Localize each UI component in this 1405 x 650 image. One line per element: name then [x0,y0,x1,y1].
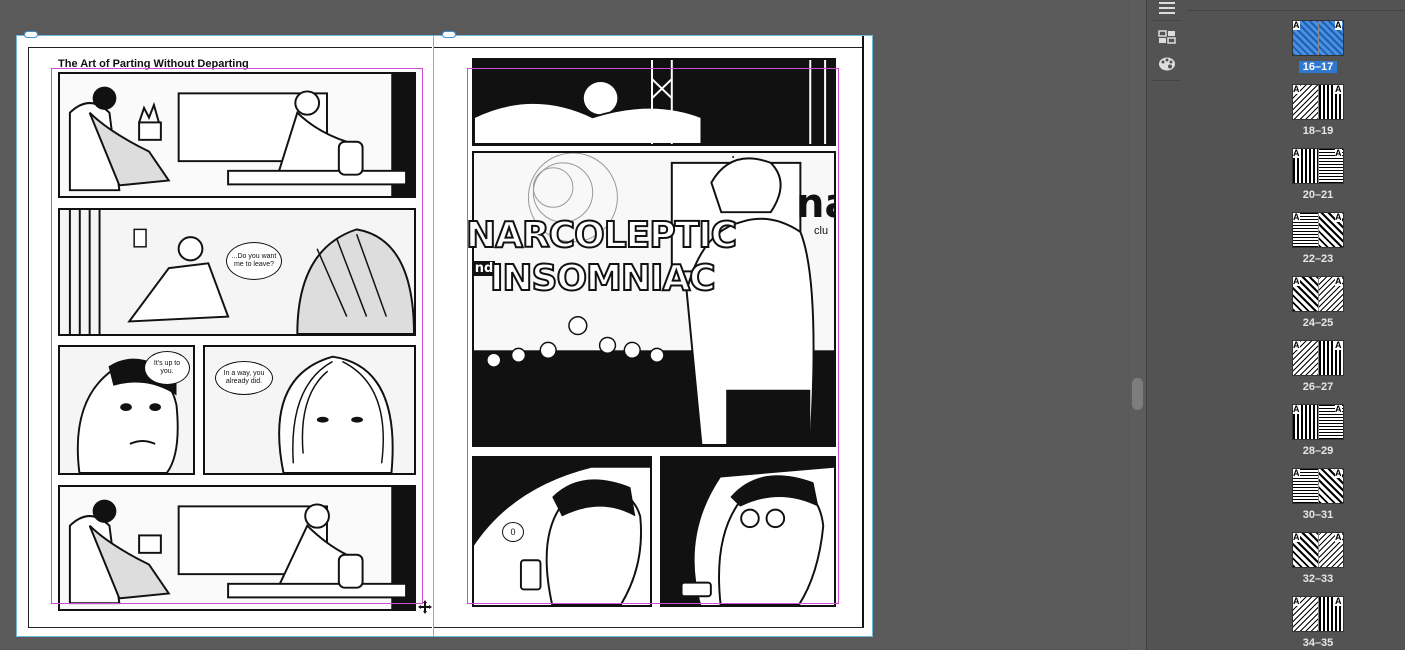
page-link-icon[interactable] [24,31,38,38]
page-range-text: 28–29 [1302,445,1334,457]
page-thumbnail-label[interactable]: 24–25 [1292,317,1344,329]
thumbnail-spine [1318,149,1319,183]
thumbnail-spine [1318,469,1319,503]
speech-bubble: In a way, you already did. [215,361,273,395]
master-page-indicator: A [1335,212,1342,222]
master-page-indicator: A [1335,532,1342,542]
master-page-indicator: A [1335,84,1342,94]
page-edge-shadow [862,36,864,627]
master-page-indicator: A [1293,532,1300,542]
pages-grid-icon[interactable] [1158,28,1176,46]
page-thumbnail-label[interactable]: 34–35 [1292,637,1344,649]
page-thumbnail-label[interactable]: 30–31 [1292,509,1344,521]
comic-panel-3[interactable]: It's up to you. [58,345,195,475]
scrollbar-thumb[interactable] [1132,378,1143,410]
page-thumbnail[interactable]: AA [1292,468,1344,504]
master-page-indicator: A [1293,212,1300,222]
master-page-indicator: A [1335,276,1342,286]
panel-toolstrip [1146,0,1188,650]
master-page-indicator: A [1335,468,1342,478]
thumbnail-spine [1318,341,1319,375]
page-thumbnail[interactable]: AA [1292,212,1344,248]
thumbnail-spine [1318,533,1319,567]
page-range-text: 30–31 [1302,509,1334,521]
page-range-text: 16–17 [1298,61,1338,73]
master-page-indicator: A [1335,20,1342,30]
speech-bubble: 0 [502,522,524,542]
spread-spine [433,36,434,636]
master-page-indicator: A [1293,468,1300,478]
move-cursor-icon [418,600,432,614]
page-thumbnail[interactable]: AA [1292,84,1344,120]
page-range-text: 34–35 [1302,637,1334,649]
thumbnail-spine [1318,85,1319,119]
page-range-text: 26–27 [1302,381,1334,393]
page-range-text: 24–25 [1302,317,1334,329]
pages-panel-divider [1187,10,1405,11]
logo-title-narcoleptic: NARCOLEPTIC [465,214,738,257]
logo-title-insomniac: INSOMNIAC [489,257,717,300]
storefront-sign-sub: clu [814,225,829,237]
master-page-indicator: A [1293,596,1300,606]
page-thumbnail-label[interactable]: 16–17 [1292,61,1344,73]
page-thumbnail-label[interactable]: 22–23 [1292,253,1344,265]
comic-panel-9[interactable] [660,456,836,607]
color-palette-icon[interactable] [1158,55,1176,73]
page-range-text: 20–21 [1302,189,1334,201]
master-page-indicator: A [1335,596,1342,606]
toolstrip-divider [1153,80,1181,81]
comic-panel-4[interactable]: In a way, you already did. [203,345,416,475]
page-thumbnail-label[interactable]: 26–27 [1292,381,1344,393]
page-thumbnail-label[interactable]: 32–33 [1292,573,1344,585]
thumbnail-spine [1318,213,1319,247]
page-link-icon[interactable] [442,31,456,38]
master-page-indicator: A [1335,148,1342,158]
thumbnail-spine [1318,277,1319,311]
page-thumbnail[interactable]: AA [1292,404,1344,440]
page-range-text: 22–23 [1302,253,1334,265]
comic-panel-1[interactable] [58,72,416,198]
vertical-scrollbar[interactable] [1130,0,1146,650]
master-page-indicator: A [1293,20,1300,30]
master-page-indicator: A [1293,404,1300,414]
comic-panel-2[interactable]: ...Do you want me to leave? [58,208,416,336]
page-thumbnail-label[interactable]: 18–19 [1292,125,1344,137]
comic-panel-5[interactable] [58,485,416,611]
page-range-text: 18–19 [1302,125,1334,137]
page-thumbnail[interactable]: AA [1292,532,1344,568]
page-thumbnail[interactable]: AA [1292,596,1344,632]
page-thumbnail-label[interactable]: 28–29 [1292,445,1344,457]
thumbnail-spine [1318,21,1319,55]
speech-bubble: ...Do you want me to leave? [226,242,282,280]
page-thumbnail[interactable]: AA [1292,276,1344,312]
page-thumbnail[interactable]: AA [1292,340,1344,376]
page-range-text: 32–33 [1302,573,1334,585]
master-page-indicator: A [1335,340,1342,350]
comic-panel-8[interactable]: 0 [472,456,652,607]
storefront-sign: na [796,181,834,227]
thumbnail-spine [1318,405,1319,439]
speech-bubble: It's up to you. [144,351,190,385]
master-page-indicator: A [1293,148,1300,158]
page-thumbnail-label[interactable]: 20–21 [1292,189,1344,201]
page-thumbnail[interactable]: AA [1292,148,1344,184]
page-title: The Art of Parting Without Departing [58,58,249,70]
hamburger-menu-icon[interactable] [1158,0,1176,18]
master-page-indicator: A [1293,276,1300,286]
master-page-indicator: A [1293,84,1300,94]
page-thumbnail[interactable]: AA [1292,20,1344,56]
master-page-indicator: A [1335,404,1342,414]
comic-panel-7[interactable]: and na clu [472,151,836,447]
comic-panel-6[interactable] [472,58,836,146]
toolstrip-divider [1153,20,1181,21]
master-page-indicator: A [1293,340,1300,350]
thumbnail-spine [1318,597,1319,631]
